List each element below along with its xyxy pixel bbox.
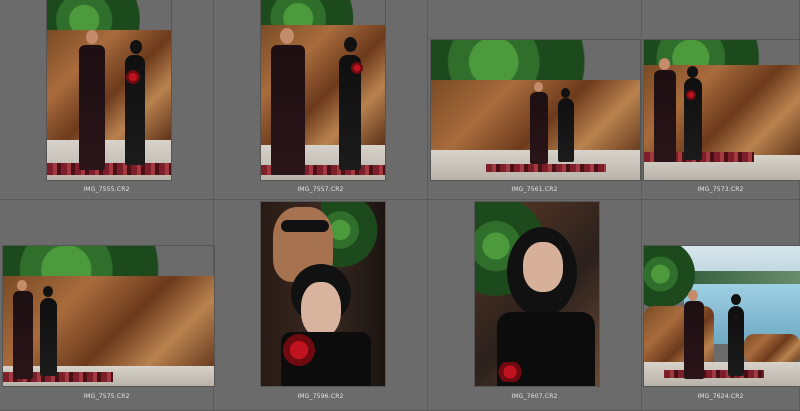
thumbnail-cell[interactable]: IMG_7561.CR2: [428, 0, 642, 200]
thumbnail-cell[interactable]: IMG_7624.CR2: [642, 200, 800, 411]
photo-thumbnail[interactable]: [644, 246, 800, 386]
thumbnail-cell[interactable]: IMG_7555.CR2: [0, 0, 214, 200]
thumbnail-cell[interactable]: IMG_7607.CR2: [428, 200, 642, 411]
thumbnail-cell[interactable]: IMG_7596.CR2: [214, 200, 428, 411]
photo-thumbnail[interactable]: [3, 246, 214, 386]
thumbnail-cell[interactable]: IMG_7573.CR2: [642, 0, 800, 200]
photo-thumbnail[interactable]: [431, 40, 640, 180]
photo-thumbnail[interactable]: [261, 0, 385, 180]
thumbnail-filename: IMG_7596.CR2: [297, 393, 344, 400]
thumbnail-filename: IMG_7573.CR2: [697, 186, 744, 193]
thumbnail-cell[interactable]: IMG_7575.CR2: [0, 200, 214, 411]
photo-thumbnail[interactable]: [475, 202, 599, 386]
photo-thumbnail[interactable]: [47, 0, 171, 180]
thumbnail-filename: IMG_7557.CR2: [297, 186, 344, 193]
thumbnail-filename: IMG_7555.CR2: [83, 186, 130, 193]
thumbnail-cell[interactable]: IMG_7557.CR2: [214, 0, 428, 200]
photo-thumbnail[interactable]: [644, 40, 800, 180]
thumbnail-filename: IMG_7624.CR2: [697, 393, 744, 400]
thumbnail-filename: IMG_7607.CR2: [511, 393, 558, 400]
thumbnail-grid: IMG_7555.CR2 IMG_7557.CR2 IMG_7561.CR2 I…: [0, 0, 800, 411]
photo-thumbnail[interactable]: [261, 202, 385, 386]
thumbnail-filename: IMG_7561.CR2: [511, 186, 558, 193]
thumbnail-filename: IMG_7575.CR2: [83, 393, 130, 400]
